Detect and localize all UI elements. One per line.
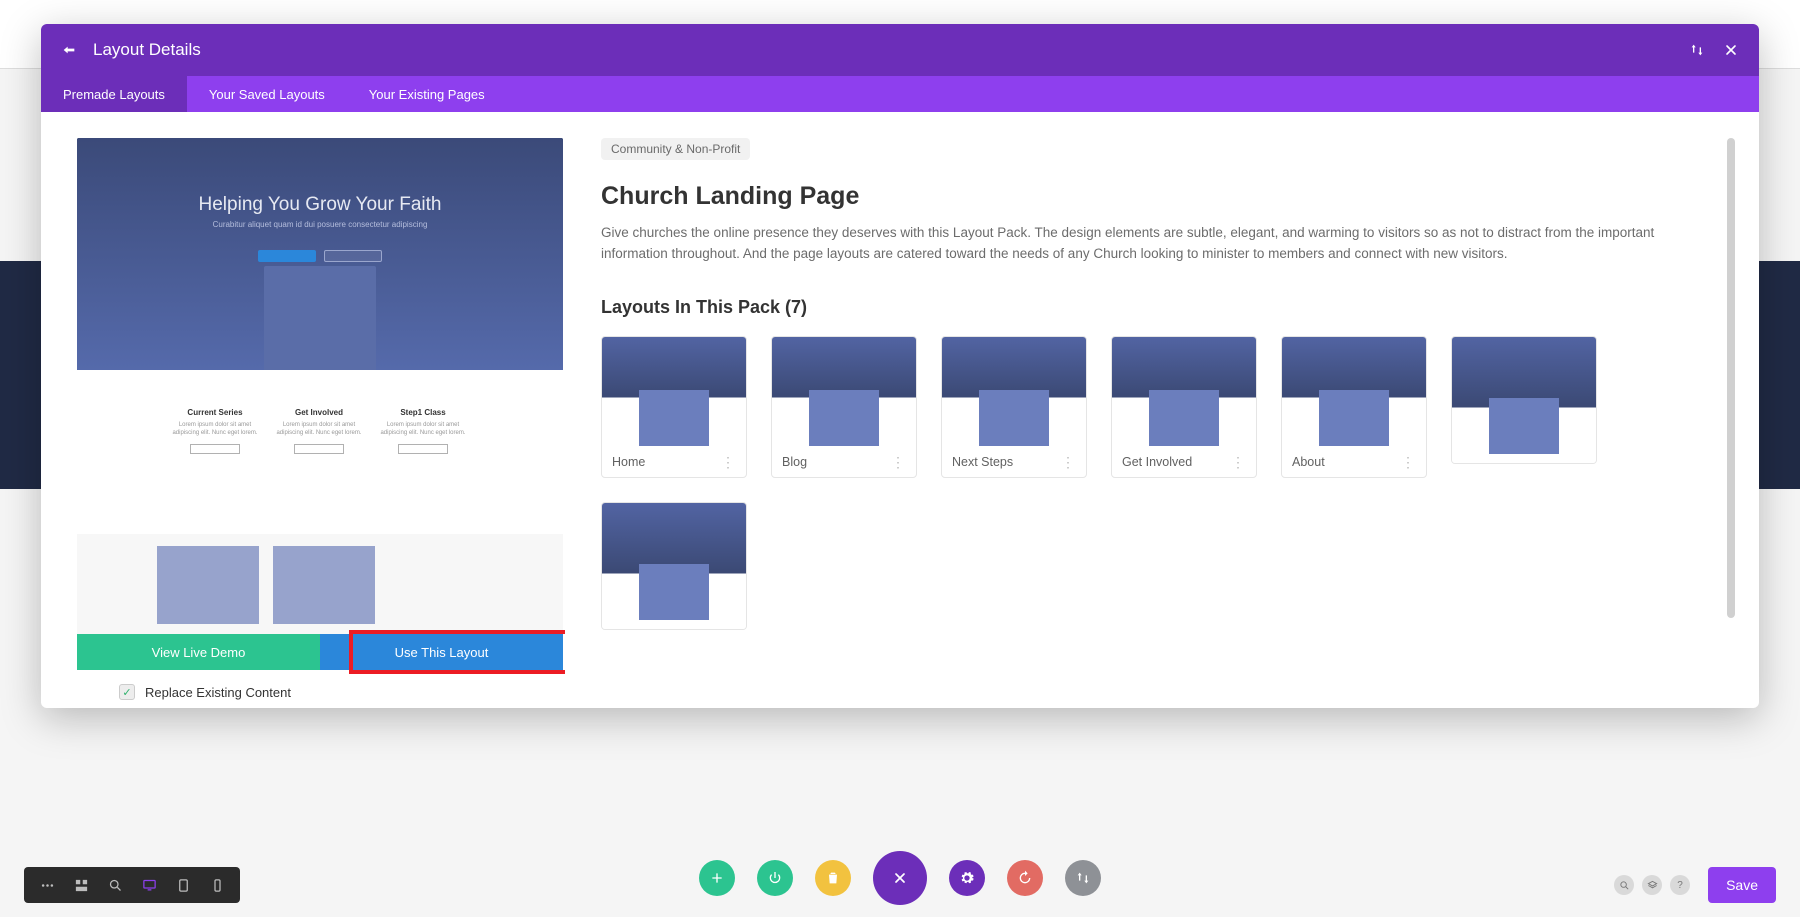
card-menu-icon[interactable]: ⋮: [721, 458, 736, 466]
card-label: Blog: [782, 455, 807, 469]
viewport-toolbar: [24, 867, 240, 903]
page-title: Church Landing Page: [601, 182, 1711, 211]
footer-right: ? Save: [1614, 867, 1776, 903]
replace-existing-label: Replace Existing Content: [145, 685, 291, 700]
layout-card[interactable]: Get Involved ⋮: [1111, 336, 1257, 478]
layout-card[interactable]: Blog ⋮: [771, 336, 917, 478]
preview-btn-a: [258, 250, 316, 262]
builder-toolbar: [699, 851, 1101, 905]
card-label: About: [1292, 455, 1325, 469]
preview-pane: Helping You Grow Your Faith Curabitur al…: [41, 112, 565, 708]
toggle-icon[interactable]: [873, 851, 927, 905]
layout-card[interactable]: [601, 502, 747, 630]
preview-hero-sub: Curabitur aliquet quam id dui posuere co…: [77, 220, 563, 229]
trash-icon[interactable]: [815, 860, 851, 896]
modal-tabs: Premade Layouts Your Saved Layouts Your …: [41, 76, 1759, 112]
phone-icon[interactable]: [200, 867, 234, 903]
view-demo-button[interactable]: View Live Demo: [77, 634, 320, 670]
add-icon[interactable]: [699, 860, 735, 896]
settings-icon[interactable]: [949, 860, 985, 896]
tab-existing[interactable]: Your Existing Pages: [347, 76, 507, 112]
close-icon[interactable]: [1721, 40, 1741, 60]
layout-card[interactable]: About ⋮: [1281, 336, 1427, 478]
replace-existing-checkbox[interactable]: ✓: [119, 684, 135, 700]
layout-details-modal: Layout Details Premade Layouts Your Save…: [41, 24, 1759, 708]
layout-cards: Home ⋮ Blog ⋮ Next Steps ⋮ Get Involved ⋮ Ab…: [601, 336, 1711, 630]
preview-btn-b: [324, 250, 382, 262]
card-menu-icon[interactable]: ⋮: [1401, 458, 1416, 466]
menu-icon[interactable]: [30, 867, 64, 903]
save-button[interactable]: Save: [1708, 867, 1776, 903]
search-small-icon[interactable]: [1614, 875, 1634, 895]
history-icon[interactable]: [1007, 860, 1043, 896]
desktop-icon[interactable]: [132, 867, 166, 903]
layouts-heading: Layouts In This Pack (7): [601, 297, 1711, 318]
tab-saved[interactable]: Your Saved Layouts: [187, 76, 347, 112]
preview-hero-title: Helping You Grow Your Faith: [77, 194, 563, 216]
card-label: Home: [612, 455, 645, 469]
category-badge: Community & Non-Profit: [601, 138, 750, 160]
scrollbar-thumb[interactable]: [1727, 138, 1735, 618]
layout-card[interactable]: Home ⋮: [601, 336, 747, 478]
modal-title: Layout Details: [93, 40, 201, 60]
tab-premade[interactable]: Premade Layouts: [41, 76, 187, 112]
wireframe-icon[interactable]: [64, 867, 98, 903]
power-icon[interactable]: [757, 860, 793, 896]
layout-card[interactable]: Next Steps ⋮: [941, 336, 1087, 478]
layout-preview: Helping You Grow Your Faith Curabitur al…: [77, 138, 563, 648]
card-menu-icon[interactable]: ⋮: [891, 458, 906, 466]
modal-header: Layout Details: [41, 24, 1759, 76]
details-pane: Community & Non-Profit Church Landing Pa…: [565, 112, 1759, 708]
card-menu-icon[interactable]: ⋮: [1231, 458, 1246, 466]
sort-icon[interactable]: [1687, 40, 1707, 60]
help-small-icon[interactable]: ?: [1670, 875, 1690, 895]
back-icon[interactable]: [59, 40, 79, 60]
replace-existing-row[interactable]: ✓ Replace Existing Content: [119, 684, 291, 700]
tablet-icon[interactable]: [166, 867, 200, 903]
portability-icon[interactable]: [1065, 860, 1101, 896]
card-label: Get Involved: [1122, 455, 1192, 469]
zoom-icon[interactable]: [98, 867, 132, 903]
card-menu-icon[interactable]: ⋮: [1061, 458, 1076, 466]
use-layout-button[interactable]: Use This Layout: [320, 634, 563, 670]
page-description: Give churches the online presence they d…: [601, 223, 1711, 265]
layers-small-icon[interactable]: [1642, 875, 1662, 895]
card-label: Next Steps: [952, 455, 1013, 469]
layout-card[interactable]: [1451, 336, 1597, 464]
